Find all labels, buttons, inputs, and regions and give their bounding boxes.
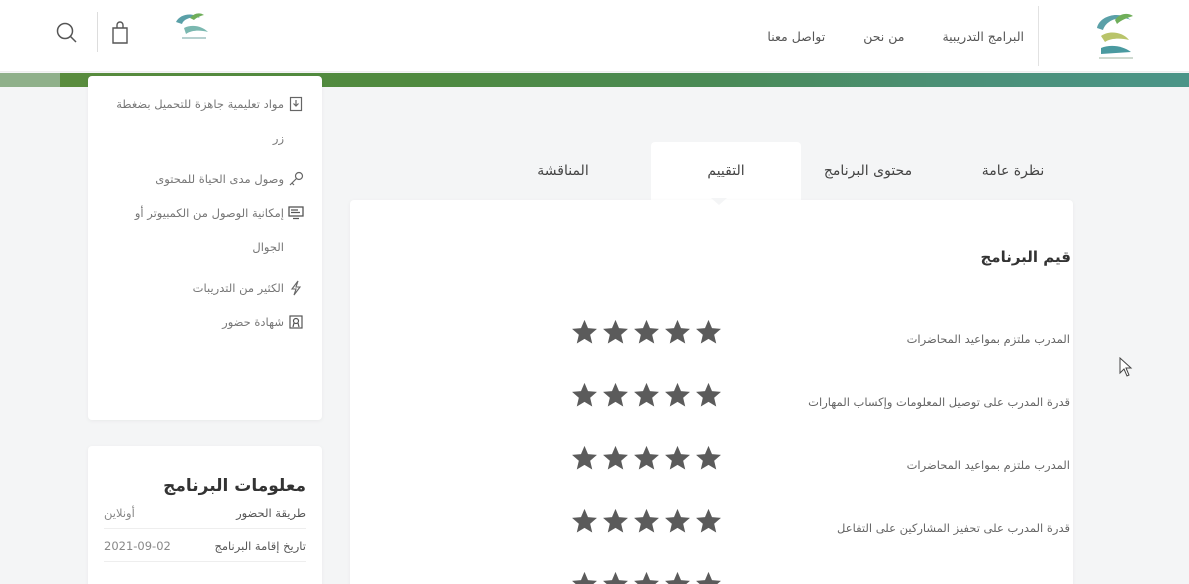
rating-row: المدرب ملتزم بمواعيد المحاضرات <box>370 444 1070 484</box>
star-rating[interactable] <box>570 381 723 409</box>
tab-overview[interactable]: نظرة عامة <box>953 142 1073 200</box>
info-label: تاريخ إقامة البرنامج <box>214 539 306 553</box>
header-icons-divider <box>97 12 98 52</box>
star-icon[interactable] <box>663 381 692 409</box>
feature-label: الكثير من التدريبات <box>192 281 284 295</box>
info-value: 2021-09-02 <box>104 539 171 553</box>
site-header: البرامج التدريبية من نحن تواصل معنا <box>0 0 1189 72</box>
nav-about-us[interactable]: من نحن <box>863 29 904 44</box>
rating-criterion-label: قدرة المدرب على تحفيز المشاركين على التف… <box>837 521 1070 535</box>
star-icon[interactable] <box>694 570 723 584</box>
feature-item: الكثير من التدريبات <box>106 278 304 298</box>
feature-item: إمكانية الوصول من الكمبيوتر أو الجوال <box>106 203 304 264</box>
star-icon[interactable] <box>694 318 723 346</box>
tab-program-content[interactable]: محتوى البرنامج <box>803 142 933 200</box>
star-icon[interactable] <box>570 507 599 535</box>
search-icon[interactable] <box>54 20 80 46</box>
program-info-title: معلومات البرنامج <box>163 476 306 496</box>
feature-item: مواد تعليمية جاهزة للتحميل بضغطة زر <box>106 94 304 155</box>
star-icon[interactable] <box>663 507 692 535</box>
star-icon[interactable] <box>632 444 661 472</box>
star-icon[interactable] <box>570 381 599 409</box>
info-row: طريقة الحضور أونلاين <box>104 496 306 529</box>
feature-label: إمكانية الوصول من الكمبيوتر أو الجوال <box>134 206 284 254</box>
info-value: أونلاين <box>104 506 135 520</box>
star-icon[interactable] <box>663 318 692 346</box>
star-icon[interactable] <box>663 444 692 472</box>
mouse-cursor-icon <box>1119 357 1133 377</box>
program-tabs: نظرة عامة محتوى البرنامج التقييم المناقش… <box>351 142 1073 200</box>
rating-row: المدرب ملتزم بمواعيد المحاضرات <box>370 318 1070 358</box>
star-icon[interactable] <box>632 381 661 409</box>
star-rating[interactable] <box>570 570 723 584</box>
devices-icon <box>288 206 304 220</box>
feature-label: مواد تعليمية جاهزة للتحميل بضغطة زر <box>116 97 284 145</box>
header-divider <box>1038 6 1039 66</box>
star-icon[interactable] <box>632 318 661 346</box>
secondary-logo <box>176 13 208 39</box>
tab-rating[interactable]: التقييم <box>651 142 801 200</box>
star-icon[interactable] <box>694 444 723 472</box>
star-rating[interactable] <box>570 507 723 535</box>
tab-discussion[interactable]: المناقشة <box>493 142 633 200</box>
star-icon[interactable] <box>632 570 661 584</box>
rating-row: قدرة المدرب على توصيل المعلومات وإكساب ا… <box>370 381 1070 421</box>
star-icon[interactable] <box>570 570 599 584</box>
star-icon[interactable] <box>601 318 630 346</box>
star-icon[interactable] <box>694 507 723 535</box>
feature-label: وصول مدى الحياة للمحتوى <box>155 172 284 186</box>
rating-criterion-label: قدرة المدرب على توصيل المعلومات وإكساب ا… <box>808 395 1070 409</box>
certificate-icon <box>289 315 303 329</box>
shopping-bag-icon[interactable] <box>108 20 132 46</box>
star-icon[interactable] <box>570 318 599 346</box>
rating-criterion-label: المدرب ملتزم بمواعيد المحاضرات <box>906 458 1070 472</box>
star-icon[interactable] <box>601 570 630 584</box>
key-icon <box>289 171 304 186</box>
star-icon[interactable] <box>570 444 599 472</box>
star-rating[interactable] <box>570 318 723 346</box>
star-rating[interactable] <box>570 444 723 472</box>
star-icon[interactable] <box>601 444 630 472</box>
program-features-card: مواد تعليمية جاهزة للتحميل بضغطة زر وصول… <box>88 76 322 420</box>
feature-label: شهادة حضور <box>222 315 284 329</box>
nav-contact-us[interactable]: تواصل معنا <box>767 29 825 44</box>
star-icon[interactable] <box>632 507 661 535</box>
feature-item: شهادة حضور <box>106 312 304 332</box>
info-label: طريقة الحضور <box>236 506 306 520</box>
program-info-card: معلومات البرنامج طريقة الحضور أونلاين تا… <box>88 446 322 584</box>
rating-panel-title: قيم البرنامج <box>980 248 1071 266</box>
info-row: تاريخ إقامة البرنامج 2021-09-02 <box>104 529 306 562</box>
feature-item: وصول مدى الحياة للمحتوى <box>106 169 304 189</box>
rating-criterion-label: المدرب ملتزم بمواعيد المحاضرات <box>906 332 1070 346</box>
rating-row: قدرة المدرب على تحفيز المشاركين على التف… <box>370 507 1070 547</box>
star-icon[interactable] <box>663 570 692 584</box>
star-icon[interactable] <box>694 381 723 409</box>
site-logo[interactable] <box>1089 8 1139 66</box>
rating-row: قدرة المدرب على إدارة المداخلات والمناقش… <box>370 570 1070 584</box>
nav-training-programs[interactable]: البرامج التدريبية <box>942 29 1024 44</box>
lightning-icon <box>290 280 302 296</box>
active-tab-pointer <box>711 198 727 205</box>
download-file-icon <box>289 96 303 112</box>
star-icon[interactable] <box>601 507 630 535</box>
main-nav: البرامج التدريبية من نحن تواصل معنا <box>767 0 1024 72</box>
star-icon[interactable] <box>601 381 630 409</box>
